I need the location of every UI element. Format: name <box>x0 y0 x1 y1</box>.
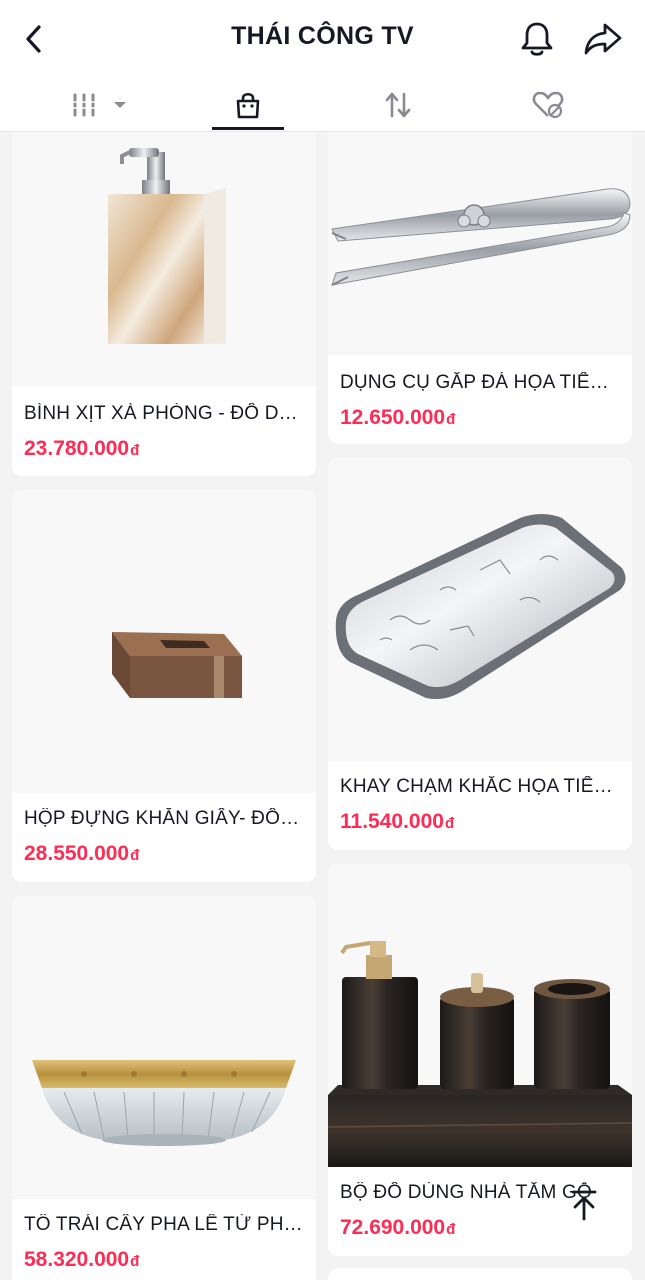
product-card-partial[interactable] <box>328 1268 632 1280</box>
bell-icon <box>521 22 553 56</box>
product-name: TÔ TRÁI CÂY PHA LÊ TỪ PHÁP <box>24 1214 304 1235</box>
product-image-engraved-tray <box>328 458 632 761</box>
hidden-heart-icon <box>532 91 564 119</box>
repost-icon <box>385 92 411 118</box>
product-price: 28.550.000đ <box>24 842 140 865</box>
tab-shop[interactable] <box>212 78 284 132</box>
product-name: DỤNG CỤ GẮP ĐÁ HỌA TIẾT HOA <box>340 372 620 393</box>
grid-bars-icon <box>72 93 96 117</box>
product-price: 58.320.000đ <box>24 1248 140 1271</box>
product-price: 72.690.000đ <box>340 1216 456 1239</box>
tab-liked[interactable] <box>512 78 584 132</box>
product-image-ice-tongs <box>328 132 632 355</box>
shopping-bag-icon <box>236 92 260 119</box>
product-image-tissue-box <box>12 490 316 793</box>
product-name: HỘP ĐỰNG KHĂN GIẤY- ĐỒ DÙNG <box>24 808 304 829</box>
tab-reposts[interactable] <box>362 78 434 132</box>
product-card[interactable]: HỘP ĐỰNG KHĂN GIẤY- ĐỒ DÙNG 28.550.000đ <box>12 490 316 882</box>
product-card[interactable]: TÔ TRÁI CÂY PHA LÊ TỪ PHÁP 58.320.000đ <box>12 896 316 1280</box>
arrow-up-to-top-icon <box>571 1190 597 1221</box>
product-price: 11.540.000đ <box>340 810 455 833</box>
active-tab-indicator <box>212 127 284 130</box>
product-grid: BÌNH XỊT XÀ PHÒNG - ĐỒ DÙNG 23.780.000đ … <box>0 132 645 1280</box>
product-image-crystal-bowl <box>12 896 316 1199</box>
product-card[interactable]: BÌNH XỊT XÀ PHÒNG - ĐỒ DÙNG 23.780.000đ <box>12 132 316 476</box>
profile-tabs <box>0 78 645 132</box>
product-name: KHAY CHẠM KHẮC HỌA TIẾT CHỮ <box>340 776 620 797</box>
share-button[interactable] <box>580 18 626 60</box>
profile-header: THÁI CÔNG TV <box>0 0 645 78</box>
share-arrow-icon <box>584 23 622 55</box>
product-card[interactable]: DỤNG CỤ GẮP ĐÁ HỌA TIẾT HOA 12.650.000đ <box>328 132 632 444</box>
tab-videos[interactable] <box>60 78 140 132</box>
notifications-button[interactable] <box>516 18 558 60</box>
product-card[interactable]: KHAY CHẠM KHẮC HỌA TIẾT CHỮ 11.540.000đ <box>328 458 632 850</box>
chevron-down-icon <box>114 102 126 108</box>
product-price: 23.780.000đ <box>24 437 140 460</box>
product-image-bathroom-set <box>328 864 632 1167</box>
product-name: BÌNH XỊT XÀ PHÒNG - ĐỒ DÙNG <box>24 403 304 424</box>
scroll-to-top-button[interactable] <box>562 1182 606 1228</box>
product-image-soap-dispenser <box>12 132 316 386</box>
product-price: 12.650.000đ <box>340 406 456 429</box>
